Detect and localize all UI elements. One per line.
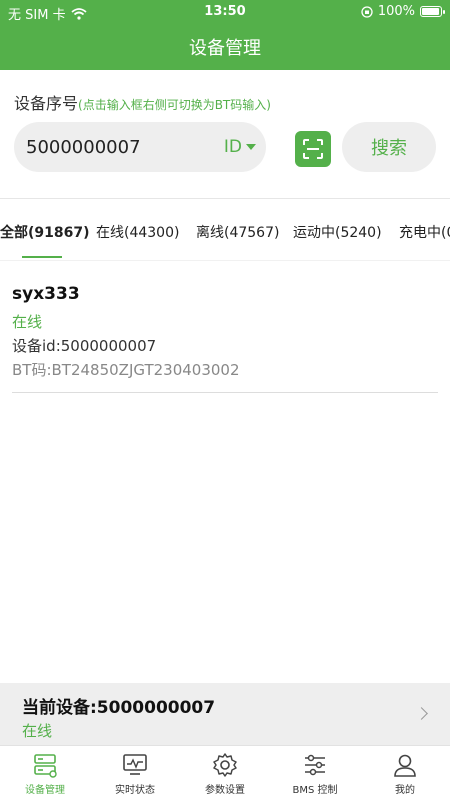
current-device-title: 当前设备:5000000007 xyxy=(22,698,216,718)
search-label: 设备序号(点击输入框右侧可切换为BT码输入) xyxy=(14,90,271,114)
device-list-item[interactable]: syx333 在线 设备id:5000000007 BT码:BT24850ZJG… xyxy=(12,284,438,393)
battery-icon xyxy=(420,6,445,17)
status-tabs: 全部(91867) 在线(44300) 离线(47567) 运动中(5240) … xyxy=(0,222,450,262)
battery-fill xyxy=(422,8,439,15)
nav-bms-control[interactable]: BMS 控制 xyxy=(270,751,360,801)
status-bar: 无 SIM 卡 13:50 100% xyxy=(0,0,450,24)
scan-icon xyxy=(303,139,323,159)
nav-parameter-settings[interactable]: 参数设置 xyxy=(180,751,270,801)
search-hint: (点击输入框右侧可切换为BT码输入) xyxy=(78,98,271,112)
tab-all[interactable]: 全部(91867) xyxy=(0,222,90,242)
search-label-text: 设备序号 xyxy=(14,94,79,113)
search-section: 设备序号(点击输入框右侧可切换为BT码输入) ID 搜索 xyxy=(0,70,450,198)
tab-offline[interactable]: 离线(47567) xyxy=(196,222,279,242)
settings-gear-icon xyxy=(213,753,237,777)
bottom-nav: 设备管理 实时状态 参数设置 BMS 控制 我的 xyxy=(0,745,450,801)
header: 无 SIM 卡 13:50 100% 设备管理 xyxy=(0,0,450,70)
tabs-divider xyxy=(0,260,450,261)
nav-label-parameter-settings: 参数设置 xyxy=(205,785,245,796)
chevron-right-icon xyxy=(415,707,428,720)
section-divider xyxy=(0,198,450,199)
caret-down-icon xyxy=(246,144,256,150)
device-number-input[interactable] xyxy=(26,122,216,172)
current-device-bar[interactable]: 当前设备:5000000007 在线 xyxy=(0,683,450,745)
user-icon xyxy=(394,754,416,777)
current-device-status: 在线 xyxy=(22,722,53,740)
device-name: syx333 xyxy=(12,284,80,304)
search-mode-dropdown[interactable]: ID xyxy=(224,137,256,157)
search-button[interactable]: 搜索 xyxy=(342,122,436,172)
active-tab-indicator xyxy=(22,256,62,258)
device-manage-icon xyxy=(34,754,57,778)
nav-label-bms-control: BMS 控制 xyxy=(292,785,338,796)
battery-percent: 100% xyxy=(377,4,415,19)
scan-button[interactable] xyxy=(295,131,331,167)
nav-mine[interactable]: 我的 xyxy=(360,751,450,801)
device-status: 在线 xyxy=(12,313,43,331)
sliders-icon xyxy=(305,754,325,776)
device-id: 设备id:5000000007 xyxy=(12,337,157,355)
search-mode-label: ID xyxy=(223,137,242,157)
status-right: 100% xyxy=(361,4,445,19)
nav-device-manage[interactable]: 设备管理 xyxy=(0,751,90,801)
nav-label-device-manage: 设备管理 xyxy=(25,785,65,796)
tab-moving[interactable]: 运动中(5240) xyxy=(293,222,382,242)
device-bt-code: BT码:BT24850ZJGT230403002 xyxy=(12,361,240,379)
orientation-lock-icon xyxy=(361,5,373,18)
nav-label-realtime-status: 实时状态 xyxy=(115,785,155,796)
search-box[interactable]: ID xyxy=(14,122,266,172)
tab-charging[interactable]: 充电中(0) xyxy=(399,222,450,242)
realtime-monitor-icon xyxy=(123,754,147,775)
nav-label-mine: 我的 xyxy=(395,785,415,796)
tab-online[interactable]: 在线(44300) xyxy=(96,222,179,242)
page-title: 设备管理 xyxy=(189,38,261,59)
nav-realtime-status[interactable]: 实时状态 xyxy=(90,751,180,801)
